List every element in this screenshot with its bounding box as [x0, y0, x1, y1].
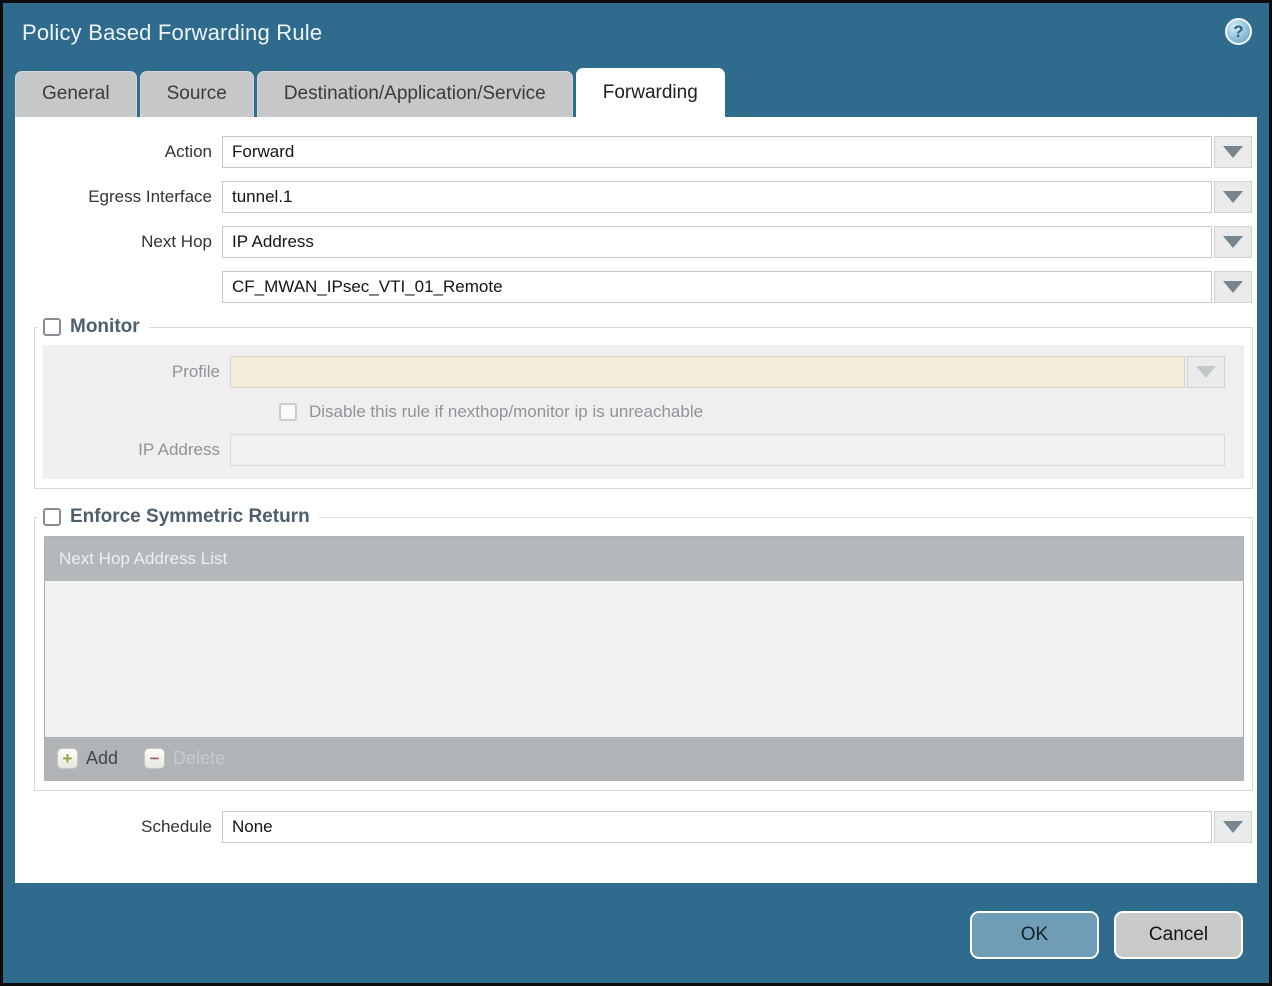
disable-rule-row: Disable this rule if nexthop/monitor ip … [279, 402, 1244, 422]
dialog-title: Policy Based Forwarding Rule [3, 3, 1269, 46]
chevron-down-icon [1223, 146, 1243, 158]
next-hop-type-dropdown-button[interactable] [1214, 226, 1252, 258]
delete-button: − Delete [144, 748, 225, 769]
schedule-input[interactable] [222, 811, 1212, 843]
tab-forwarding[interactable]: Forwarding [576, 68, 725, 117]
next-hop-address-list-header: Next Hop Address List [45, 537, 1243, 581]
next-hop-address-dropdown-button[interactable] [1214, 271, 1252, 303]
chevron-down-icon [1196, 366, 1216, 378]
schedule-dropdown-button[interactable] [1214, 811, 1252, 843]
symmetric-return-fieldset: Enforce Symmetric Return Next Hop Addres… [34, 506, 1253, 791]
symmetric-return-legend: Enforce Symmetric Return [38, 506, 319, 528]
tab-destination-application-service[interactable]: Destination/Application/Service [257, 71, 573, 117]
add-button-label: Add [86, 748, 118, 769]
next-hop-address-row [15, 271, 1252, 303]
profile-dropdown-button [1187, 356, 1225, 388]
tab-bar: General Source Destination/Application/S… [3, 65, 1269, 117]
monitor-profile-row: Profile [43, 356, 1239, 388]
chevron-down-icon [1223, 236, 1243, 248]
delete-button-label: Delete [173, 748, 225, 769]
action-label: Action [15, 142, 222, 162]
dialog-footer: OK Cancel [970, 911, 1243, 959]
pbf-rule-dialog: Policy Based Forwarding Rule ? General S… [0, 0, 1272, 986]
forwarding-tab-panel: Action Egress Interface Next Hop [15, 117, 1257, 883]
minus-icon: − [144, 748, 165, 769]
egress-interface-row: Egress Interface [15, 181, 1252, 213]
monitor-legend: Monitor [38, 316, 149, 338]
tab-general[interactable]: General [15, 71, 137, 117]
egress-interface-input[interactable] [222, 181, 1212, 213]
plus-icon: + [57, 748, 78, 769]
next-hop-label: Next Hop [15, 232, 222, 252]
egress-interface-label: Egress Interface [15, 187, 222, 207]
next-hop-address-list-body[interactable] [45, 581, 1243, 737]
next-hop-address-input[interactable] [222, 271, 1212, 303]
monitor-ip-address-row: IP Address [43, 434, 1239, 466]
disable-rule-checkbox [279, 403, 297, 421]
monitor-ip-address-label: IP Address [43, 440, 230, 460]
next-hop-address-list-toolbar: + Add − Delete [45, 737, 1243, 780]
add-button[interactable]: + Add [57, 748, 118, 769]
disable-rule-label: Disable this rule if nexthop/monitor ip … [309, 402, 703, 422]
schedule-label: Schedule [15, 817, 222, 837]
monitor-legend-label: Monitor [70, 316, 140, 338]
chevron-down-icon [1223, 281, 1243, 293]
monitor-checkbox[interactable] [43, 318, 61, 336]
chevron-down-icon [1223, 821, 1243, 833]
next-hop-address-list-table: Next Hop Address List + Add − Delete [44, 536, 1244, 781]
action-input[interactable] [222, 136, 1212, 168]
symmetric-return-legend-label: Enforce Symmetric Return [70, 506, 310, 528]
egress-interface-dropdown-button[interactable] [1214, 181, 1252, 213]
monitor-body: Profile Disable this rule if nexthop/mon… [43, 345, 1244, 479]
symmetric-return-checkbox[interactable] [43, 508, 61, 526]
schedule-row: Schedule [15, 811, 1252, 843]
next-hop-row: Next Hop [15, 226, 1252, 258]
next-hop-type-input[interactable] [222, 226, 1212, 258]
chevron-down-icon [1223, 191, 1243, 203]
dialog-titlebar: Policy Based Forwarding Rule ? [3, 3, 1269, 65]
tab-source[interactable]: Source [140, 71, 254, 117]
help-icon[interactable]: ? [1225, 18, 1252, 45]
action-row: Action [15, 136, 1252, 168]
ok-button[interactable]: OK [970, 911, 1099, 959]
action-dropdown-button[interactable] [1214, 136, 1252, 168]
profile-input [230, 356, 1185, 388]
profile-label: Profile [43, 362, 230, 382]
cancel-button[interactable]: Cancel [1114, 911, 1243, 959]
monitor-ip-address-input [230, 434, 1225, 466]
monitor-fieldset: Monitor Profile Disable this rule if nex… [34, 316, 1253, 489]
